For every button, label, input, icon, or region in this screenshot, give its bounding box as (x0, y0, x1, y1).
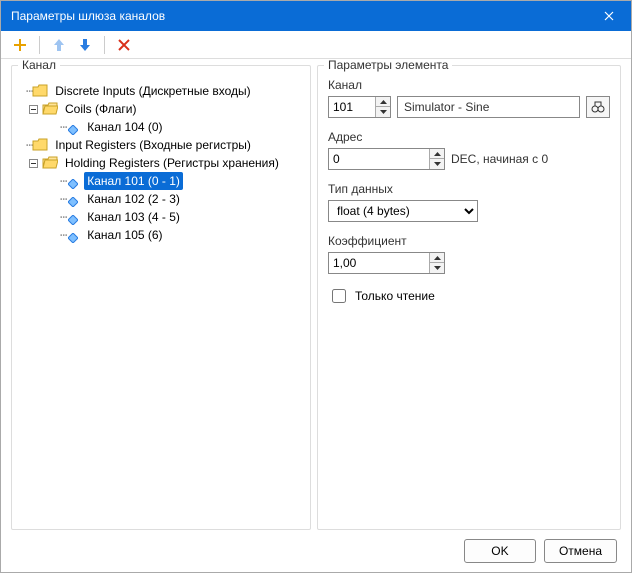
tree-item-channel-104[interactable]: ⋯ Канал 104 (0) (18, 118, 304, 136)
dialog-footer: OK Отмена (1, 530, 631, 572)
tree-dots: ⋯ (60, 208, 66, 226)
datatype-label: Тип данных (328, 182, 610, 196)
folder-open-icon (42, 102, 58, 116)
coef-label: Коэффициент (328, 234, 610, 248)
channel-icon (68, 212, 78, 222)
tree-item-channel-105[interactable]: ⋯ Канал 105 (6) (18, 226, 304, 244)
folder-icon (32, 84, 48, 98)
tree-dots: ⋯ (60, 172, 66, 190)
tree-label: Канал 103 (4 - 5) (84, 208, 183, 226)
folder-icon (32, 138, 48, 152)
address-suffix: DEC, начиная с 0 (451, 152, 548, 166)
channel-label: Канал (328, 78, 610, 92)
channel-icon (68, 194, 78, 204)
channel-number-input[interactable] (329, 97, 375, 117)
browse-button[interactable] (586, 96, 610, 118)
tree-label: Discrete Inputs (Дискретные входы) (52, 82, 253, 100)
tree-item-discrete-inputs[interactable]: ⋯ Discrete Inputs (Дискретные входы) (18, 82, 304, 100)
spin-up-icon[interactable] (430, 253, 444, 263)
datatype-field-group: Тип данных float (4 bytes) (328, 182, 610, 222)
address-spinner[interactable] (328, 148, 445, 170)
tree-label: Канал 104 (0) (84, 118, 165, 136)
delete-button[interactable] (115, 36, 133, 54)
tree-label: Канал 105 (6) (84, 226, 165, 244)
address-label: Адрес (328, 130, 610, 144)
tree-item-channel-103[interactable]: ⋯ Канал 103 (4 - 5) (18, 208, 304, 226)
cancel-button[interactable]: Отмена (544, 539, 617, 563)
tree-item-input-registers[interactable]: ⋯ Input Registers (Входные регистры) (18, 136, 304, 154)
spin-down-icon[interactable] (430, 159, 444, 169)
tree-dots: ⋯ (60, 118, 66, 136)
element-params-panel: Параметры элемента Канал Simulator - Sin… (317, 65, 621, 530)
datatype-select[interactable]: float (4 bytes) (328, 200, 478, 222)
address-input[interactable] (329, 149, 429, 169)
coef-input[interactable] (329, 253, 429, 273)
toolbar-separator (104, 36, 105, 54)
panel-title-left: Канал (18, 59, 60, 72)
readonly-field-group: Только чтение (328, 286, 610, 306)
coef-field-group: Коэффициент (328, 234, 610, 274)
channel-icon (68, 176, 78, 186)
dialog-window: Параметры шлюза каналов Канал ⋯ (0, 0, 632, 573)
readonly-label: Только чтение (355, 289, 435, 303)
address-field-group: Адрес DEC, начиная с 0 (328, 130, 610, 170)
close-button[interactable] (587, 1, 631, 31)
collapse-icon[interactable] (26, 156, 40, 170)
tree-label: Input Registers (Входные регистры) (52, 136, 254, 154)
channel-tree-panel: Канал ⋯ Discrete Inputs (Дискретные вход… (11, 65, 311, 530)
channel-icon (68, 230, 78, 240)
tree-item-coils[interactable]: Coils (Флаги) (18, 100, 304, 118)
tree-label: Канал 101 (0 - 1) (84, 172, 183, 190)
tree-dots: ⋯ (60, 226, 66, 244)
coef-spinner[interactable] (328, 252, 445, 274)
spin-up-icon[interactable] (430, 149, 444, 159)
window-title: Параметры шлюза каналов (11, 9, 587, 23)
panel-title-right: Параметры элемента (324, 59, 452, 72)
add-button[interactable] (11, 36, 29, 54)
titlebar: Параметры шлюза каналов (1, 1, 631, 31)
ok-button[interactable]: OK (464, 539, 536, 563)
channel-field-group: Канал Simulator - Sine (328, 78, 610, 118)
folder-open-icon (42, 156, 58, 170)
channel-name-display: Simulator - Sine (397, 96, 580, 118)
tree-label: Holding Registers (Регистры хранения) (62, 154, 282, 172)
binoculars-icon (591, 101, 605, 113)
dialog-body: Канал ⋯ Discrete Inputs (Дискретные вход… (1, 59, 631, 530)
spin-down-icon[interactable] (376, 107, 390, 117)
toolbar (1, 31, 631, 59)
tree-item-channel-102[interactable]: ⋯ Канал 102 (2 - 3) (18, 190, 304, 208)
channel-icon (68, 122, 78, 132)
collapse-icon[interactable] (26, 102, 40, 116)
tree-dots: ⋯ (60, 190, 66, 208)
readonly-checkbox[interactable] (332, 289, 346, 303)
channel-tree[interactable]: ⋯ Discrete Inputs (Дискретные входы) Coi… (16, 78, 306, 525)
tree-item-holding-registers[interactable]: Holding Registers (Регистры хранения) (18, 154, 304, 172)
spin-up-icon[interactable] (376, 97, 390, 107)
tree-item-channel-101[interactable]: ⋯ Канал 101 (0 - 1) (18, 172, 304, 190)
tree-label: Канал 102 (2 - 3) (84, 190, 183, 208)
tree-label: Coils (Флаги) (62, 100, 139, 118)
move-up-button[interactable] (50, 36, 68, 54)
channel-number-spinner[interactable] (328, 96, 391, 118)
toolbar-separator (39, 36, 40, 54)
move-down-button[interactable] (76, 36, 94, 54)
spin-down-icon[interactable] (430, 263, 444, 273)
